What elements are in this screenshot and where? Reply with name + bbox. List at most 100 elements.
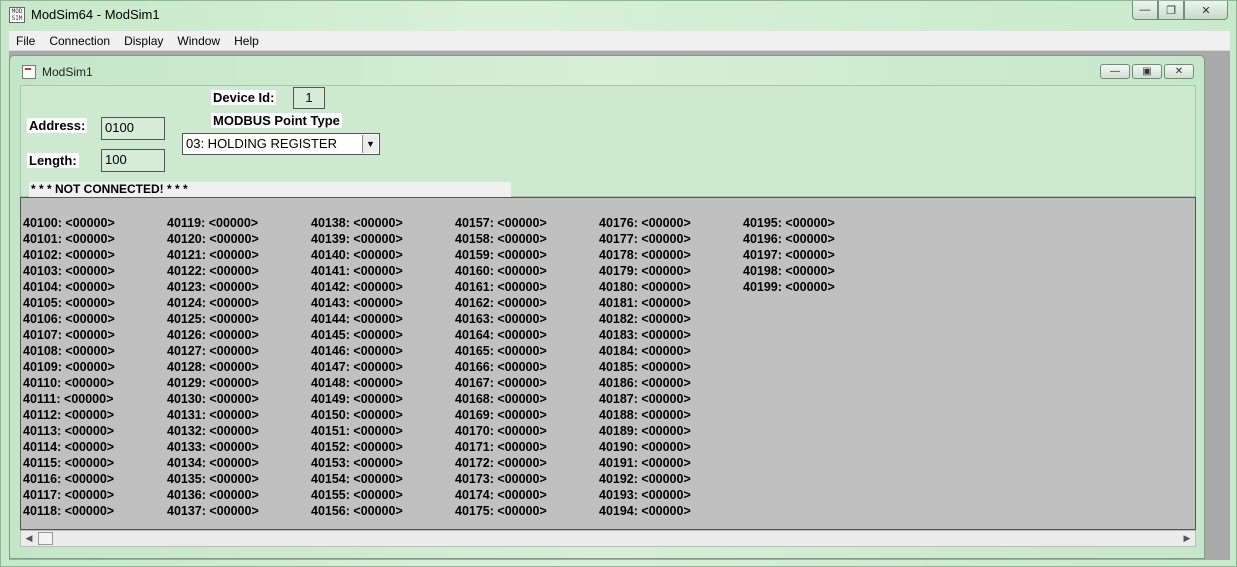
register-value[interactable]: 40153: <00000>: [311, 455, 455, 471]
register-value[interactable]: 40157: <00000>: [455, 215, 599, 231]
register-value[interactable]: 40105: <00000>: [23, 295, 167, 311]
restore-button[interactable]: ❐: [1158, 1, 1184, 20]
register-value[interactable]: 40197: <00000>: [743, 247, 887, 263]
scroll-thumb[interactable]: [38, 532, 53, 545]
register-value[interactable]: 40173: <00000>: [455, 471, 599, 487]
menu-help[interactable]: Help: [227, 34, 266, 48]
register-value[interactable]: 40159: <00000>: [455, 247, 599, 263]
register-value[interactable]: 40183: <00000>: [599, 327, 743, 343]
register-value[interactable]: 40109: <00000>: [23, 359, 167, 375]
register-value[interactable]: 40150: <00000>: [311, 407, 455, 423]
register-value[interactable]: 40172: <00000>: [455, 455, 599, 471]
title-bar[interactable]: MOD SIM ModSim64 - ModSim1 — ❐ ✕: [1, 1, 1236, 31]
register-value[interactable]: 40151: <00000>: [311, 423, 455, 439]
register-value[interactable]: 40190: <00000>: [599, 439, 743, 455]
register-value[interactable]: 40194: <00000>: [599, 503, 743, 519]
register-value[interactable]: 40121: <00000>: [167, 247, 311, 263]
register-value[interactable]: 40112: <00000>: [23, 407, 167, 423]
register-value[interactable]: 40167: <00000>: [455, 375, 599, 391]
register-value[interactable]: 40139: <00000>: [311, 231, 455, 247]
horizontal-scrollbar[interactable]: ◀ ▶: [20, 530, 1196, 547]
register-value[interactable]: 40141: <00000>: [311, 263, 455, 279]
register-value[interactable]: 40154: <00000>: [311, 471, 455, 487]
register-value[interactable]: 40136: <00000>: [167, 487, 311, 503]
menu-display[interactable]: Display: [117, 34, 170, 48]
register-value[interactable]: 40113: <00000>: [23, 423, 167, 439]
length-field[interactable]: 100: [101, 149, 165, 172]
register-value[interactable]: 40116: <00000>: [23, 471, 167, 487]
register-value[interactable]: 40155: <00000>: [311, 487, 455, 503]
register-value[interactable]: 40122: <00000>: [167, 263, 311, 279]
register-value[interactable]: 40185: <00000>: [599, 359, 743, 375]
register-value[interactable]: 40196: <00000>: [743, 231, 887, 247]
register-value[interactable]: 40147: <00000>: [311, 359, 455, 375]
register-value[interactable]: 40188: <00000>: [599, 407, 743, 423]
register-value[interactable]: 40192: <00000>: [599, 471, 743, 487]
register-value[interactable]: 40195: <00000>: [743, 215, 887, 231]
register-value[interactable]: 40102: <00000>: [23, 247, 167, 263]
menu-window[interactable]: Window: [170, 34, 227, 48]
menu-connection[interactable]: Connection: [42, 34, 117, 48]
register-value[interactable]: 40176: <00000>: [599, 215, 743, 231]
register-value[interactable]: 40182: <00000>: [599, 311, 743, 327]
close-button[interactable]: ✕: [1184, 1, 1228, 20]
register-value[interactable]: 40170: <00000>: [455, 423, 599, 439]
register-value[interactable]: 40193: <00000>: [599, 487, 743, 503]
register-value[interactable]: 40130: <00000>: [167, 391, 311, 407]
register-value[interactable]: 40132: <00000>: [167, 423, 311, 439]
register-value[interactable]: 40108: <00000>: [23, 343, 167, 359]
register-value[interactable]: 40164: <00000>: [455, 327, 599, 343]
point-type-select[interactable]: 03: HOLDING REGISTER ▼: [182, 133, 380, 155]
register-value[interactable]: 40125: <00000>: [167, 311, 311, 327]
register-value[interactable]: 40169: <00000>: [455, 407, 599, 423]
minimize-button[interactable]: —: [1132, 1, 1158, 20]
scroll-right-icon[interactable]: ▶: [1179, 531, 1195, 546]
register-value[interactable]: 40106: <00000>: [23, 311, 167, 327]
register-value[interactable]: 40126: <00000>: [167, 327, 311, 343]
register-value[interactable]: 40158: <00000>: [455, 231, 599, 247]
register-value[interactable]: 40127: <00000>: [167, 343, 311, 359]
register-value[interactable]: 40120: <00000>: [167, 231, 311, 247]
register-value[interactable]: 40119: <00000>: [167, 215, 311, 231]
register-value[interactable]: 40174: <00000>: [455, 487, 599, 503]
register-value[interactable]: 40115: <00000>: [23, 455, 167, 471]
register-value[interactable]: 40146: <00000>: [311, 343, 455, 359]
register-value[interactable]: 40199: <00000>: [743, 279, 887, 295]
register-value[interactable]: 40114: <00000>: [23, 439, 167, 455]
register-value[interactable]: 40135: <00000>: [167, 471, 311, 487]
register-value[interactable]: 40101: <00000>: [23, 231, 167, 247]
register-value[interactable]: 40184: <00000>: [599, 343, 743, 359]
register-value[interactable]: 40107: <00000>: [23, 327, 167, 343]
register-value[interactable]: 40175: <00000>: [455, 503, 599, 519]
register-value[interactable]: 40187: <00000>: [599, 391, 743, 407]
register-value[interactable]: 40129: <00000>: [167, 375, 311, 391]
modsim-app-icon[interactable]: MOD SIM: [9, 7, 25, 23]
register-value[interactable]: 40152: <00000>: [311, 439, 455, 455]
scroll-left-icon[interactable]: ◀: [21, 531, 37, 546]
child-restore-button[interactable]: ▣: [1132, 64, 1162, 79]
register-value[interactable]: 40179: <00000>: [599, 263, 743, 279]
child-close-button[interactable]: ✕: [1164, 64, 1194, 79]
register-value[interactable]: 40104: <00000>: [23, 279, 167, 295]
register-value[interactable]: 40163: <00000>: [455, 311, 599, 327]
device-id-field[interactable]: 1: [293, 87, 325, 109]
register-value[interactable]: 40162: <00000>: [455, 295, 599, 311]
register-value[interactable]: 40144: <00000>: [311, 311, 455, 327]
dropdown-arrow-icon[interactable]: ▼: [362, 135, 378, 153]
register-value[interactable]: 40156: <00000>: [311, 503, 455, 519]
register-value[interactable]: 40111: <00000>: [23, 391, 167, 407]
register-value[interactable]: 40103: <00000>: [23, 263, 167, 279]
register-value[interactable]: 40178: <00000>: [599, 247, 743, 263]
register-value[interactable]: 40181: <00000>: [599, 295, 743, 311]
register-value[interactable]: 40124: <00000>: [167, 295, 311, 311]
register-value[interactable]: 40177: <00000>: [599, 231, 743, 247]
register-value[interactable]: 40117: <00000>: [23, 487, 167, 503]
register-value[interactable]: 40140: <00000>: [311, 247, 455, 263]
register-value[interactable]: 40191: <00000>: [599, 455, 743, 471]
register-value[interactable]: 40186: <00000>: [599, 375, 743, 391]
register-value[interactable]: 40160: <00000>: [455, 263, 599, 279]
address-field[interactable]: 0100: [101, 117, 165, 140]
menu-file[interactable]: File: [9, 34, 42, 48]
register-value[interactable]: 40118: <00000>: [23, 503, 167, 519]
register-value[interactable]: 40165: <00000>: [455, 343, 599, 359]
